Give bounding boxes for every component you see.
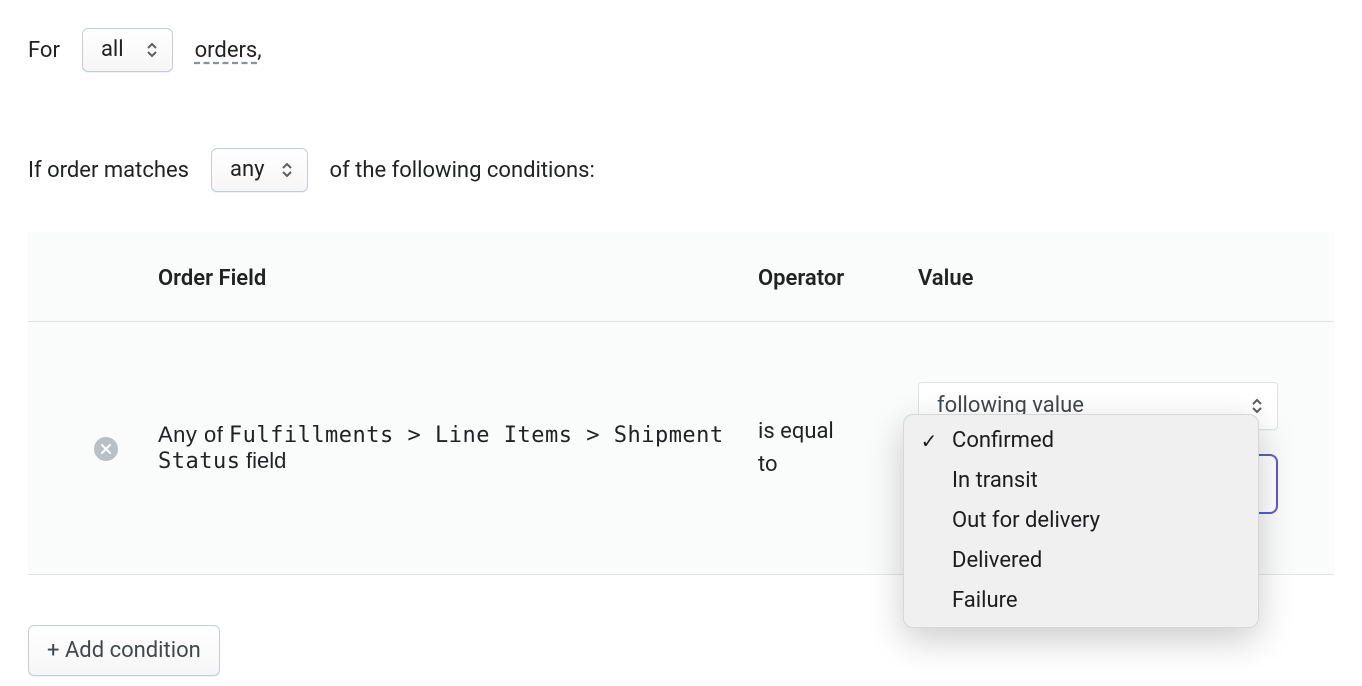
updown-caret-icon: [281, 161, 293, 179]
match-mode-value: any: [230, 159, 265, 181]
scope-select[interactable]: all: [82, 28, 173, 72]
scope-select-value: all: [101, 39, 124, 61]
match-prefix: If order matches: [28, 158, 189, 183]
remove-condition-button[interactable]: [94, 437, 118, 461]
dropdown-item-failure[interactable]: Failure: [904, 581, 1258, 621]
header-order-field: Order Field: [158, 232, 758, 322]
match-suffix: of the following conditions:: [330, 158, 595, 183]
for-label: For: [28, 38, 60, 63]
dropdown-item-delivered[interactable]: Delivered: [904, 541, 1258, 581]
order-field-text: Any of Fulfillments > Line Items > Shipm…: [158, 422, 758, 474]
dropdown-item-label: In transit: [952, 465, 1038, 497]
dropdown-item-confirmed[interactable]: ✓ Confirmed: [904, 421, 1258, 461]
updown-caret-icon: [1251, 397, 1263, 415]
match-mode-select[interactable]: any: [211, 148, 308, 192]
close-icon: [100, 443, 112, 455]
add-condition-button[interactable]: + Add condition: [28, 625, 220, 676]
dropdown-item-label: Confirmed: [952, 425, 1054, 457]
updown-caret-icon: [146, 41, 158, 59]
header-operator: Operator: [758, 232, 918, 322]
operator-text: is equal to: [758, 415, 848, 481]
comma: ,: [257, 38, 261, 63]
dropdown-item-label: Delivered: [952, 545, 1042, 577]
add-condition-label: + Add condition: [47, 638, 201, 663]
dropdown-item-out-for-delivery[interactable]: Out for delivery: [904, 501, 1258, 541]
value-dropdown[interactable]: ✓ Confirmed In transit Out for delivery …: [903, 414, 1259, 628]
header-value: Value: [918, 232, 1334, 322]
checkmark-icon: ✓: [918, 425, 940, 457]
orders-link[interactable]: orders: [195, 38, 258, 63]
dropdown-item-label: Failure: [952, 585, 1018, 617]
dropdown-item-in-transit[interactable]: In transit: [904, 461, 1258, 501]
dropdown-item-label: Out for delivery: [952, 505, 1100, 537]
